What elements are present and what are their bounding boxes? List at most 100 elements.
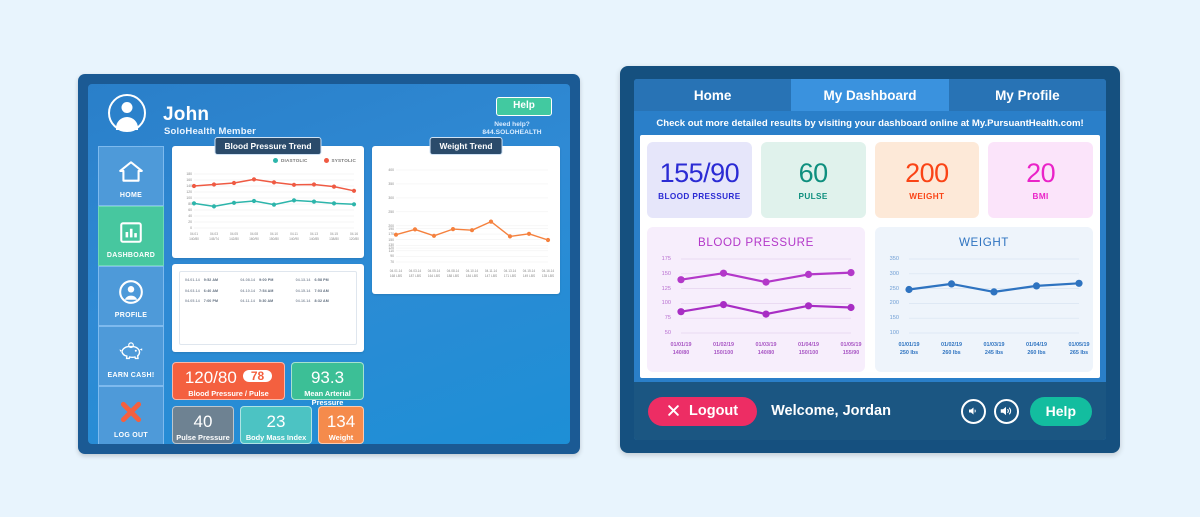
reading-time: 6:40 AM <box>203 288 219 293</box>
reading-date: 04.08.14 <box>240 278 256 282</box>
y-tick-label: 200 <box>388 223 394 228</box>
stat-bmi-label: Body Mass Index <box>245 433 307 442</box>
stat-map-label: Mean Arterial Pressure <box>304 389 351 407</box>
weight-trend-card: Weight Trend 70 90 110 120 130 150 170 190 200 25… <box>372 137 560 294</box>
weight-chart-card: WEIGHT 100 150 200 250 300 350 01/01/19 250 lb… <box>875 227 1093 372</box>
x-tick-label: 01/05/19 155/90 <box>840 342 862 357</box>
reading-time: 9:00 PM <box>259 278 274 282</box>
piggy-bank-icon <box>118 339 144 365</box>
y-tick-label: 160 <box>186 178 192 182</box>
blood-pressure-trend-card: Blood Pressure Trend DIASTOLIC SYSTOLIC … <box>172 137 364 258</box>
bar-chart-icon <box>118 219 144 245</box>
y-tick-label: 20 <box>188 220 192 224</box>
volume-down-button[interactable] <box>960 398 986 424</box>
y-tick-label: 250 <box>889 285 899 292</box>
sidebar-item-log-out[interactable]: LOG OUT <box>98 386 164 444</box>
reading-date: 04.16.14 <box>295 299 311 303</box>
reading-date: 04.15.14 <box>295 288 311 293</box>
tab-my-profile[interactable]: My Profile <box>948 79 1106 113</box>
metric-value: 60 <box>798 157 829 188</box>
reading-time: 7:54 AM <box>259 288 274 293</box>
metric-card-pulse: 60 PULSE <box>760 142 866 218</box>
logout-label: Logout <box>689 402 739 419</box>
stat-mean-arterial-pressure: 93.3 Mean Arterial Pressure <box>291 362 364 407</box>
y-tick-label: 125 <box>661 285 671 292</box>
logout-button[interactable]: Logout <box>648 396 758 426</box>
reading-time: 7:03 AM <box>314 288 329 293</box>
sidebar-item-label: EARN CASH! <box>107 372 155 379</box>
x-cross-icon <box>118 399 144 425</box>
y-tick-label: 120 <box>186 190 192 194</box>
y-tick-label: 175 <box>661 256 671 262</box>
x-cross-icon <box>668 405 679 416</box>
y-tick-label: 70 <box>390 260 394 264</box>
x-tick-label: 01/02/19 150/100 <box>713 342 734 357</box>
reading-time: 8:32 AM <box>314 299 329 303</box>
y-tick-label: 300 <box>889 270 899 277</box>
tab-my-dashboard[interactable]: My Dashboard <box>791 79 949 113</box>
x-tick-label: 01/01/19 140/80 <box>670 342 692 357</box>
legacy-kiosk-content: John SoloHealth Member Help Need help? 8… <box>88 84 570 444</box>
reading-time: 7:00 PM <box>203 299 219 303</box>
reading-time: 9:52 AM <box>203 278 219 282</box>
pulse-badge: 78 <box>242 370 273 382</box>
stat-bp-label: Blood Pressure / Pulse <box>188 389 269 398</box>
sidebar-item-home[interactable]: HOME <box>98 146 164 206</box>
reading-date: 04.05.14 <box>185 299 200 303</box>
stat-blood-pressure-pulse: 120/80 78 Blood Pressure / Pulse <box>172 362 285 400</box>
sidebar-item-label: PROFILE <box>114 312 148 319</box>
sidebar-item-dashboard[interactable]: DASHBOARD <box>98 206 164 266</box>
person-icon <box>118 279 144 305</box>
stat-bmi-value: 23 <box>266 412 286 431</box>
tab-bar: Home My Dashboard My Profile <box>634 79 1106 113</box>
sidebar-item-profile[interactable]: PROFILE <box>98 266 164 326</box>
reading-date: 04.03.14 <box>185 288 200 293</box>
metric-card-bmi: 20 BMI <box>988 142 1093 218</box>
stat-bp-value: 120/80 <box>184 368 237 387</box>
y-tick-label: 180 <box>186 172 192 176</box>
x-tick-label: 01/03/19 140/80 <box>755 342 777 357</box>
metric-value: 155/90 <box>659 157 740 188</box>
y-tick-label: 75 <box>664 315 671 322</box>
volume-low-icon <box>969 407 976 415</box>
y-tick-label: 150 <box>388 237 394 242</box>
help-button[interactable]: Help <box>496 97 552 116</box>
metric-card-row: 155/90 BLOOD PRESSURE 60 PULSE 200 WEIGHT 20 BM… <box>647 142 1093 218</box>
x-tick-label: 01/04/19 150/100 <box>798 342 819 357</box>
welcome-message: Welcome, Jordan <box>771 403 891 419</box>
metric-label: WEIGHT <box>909 191 945 201</box>
stat-pp-value: 40 <box>193 412 213 431</box>
readings-table: 04.01.14 9:52 AM 04.08.14 9:00 PM 04.13.14 6:… <box>179 271 357 345</box>
table-row: 04.03.14 6:40 AM 04.10.14 7:54 AM 04.15.14 7:… <box>185 289 351 293</box>
stat-bp-value-row: 120/80 78 <box>173 369 284 386</box>
volume-up-button[interactable] <box>993 398 1019 424</box>
y-tick-label: 0 <box>190 226 192 230</box>
y-tick-label: 250 <box>388 209 394 214</box>
help-note-line1: Need help? <box>494 121 530 128</box>
stat-pp-label: Pulse Pressure <box>176 433 230 442</box>
sidebar-item-label: DASHBOARD <box>106 252 156 259</box>
reading-cell: 04.10.14 7:54 AM <box>240 289 295 293</box>
metric-value: 20 <box>1026 157 1056 188</box>
legacy-sidebar: HOME DASHBOARD PROFILE EARN CASH! LOG OUT <box>98 146 164 444</box>
x-tick-label: 01/04/19 260 lbs <box>1026 342 1047 357</box>
tab-label: My Dashboard <box>823 87 917 103</box>
tab-home[interactable]: Home <box>634 79 792 113</box>
x-tick-label: 01/03/19 245 lbs <box>983 342 1005 357</box>
reading-time: 6:58 PM <box>314 278 329 282</box>
sidebar-item-label: LOG OUT <box>114 432 148 439</box>
metric-label: BMI <box>1032 191 1049 201</box>
reading-date: 04.11.14 <box>240 299 255 303</box>
stat-pulse-pressure: 40 Pulse Pressure <box>172 406 234 444</box>
metric-value: 200 <box>905 157 949 188</box>
y-tick-label: 300 <box>388 195 394 200</box>
y-tick-label: 400 <box>388 168 394 172</box>
volume-high-icon <box>1000 406 1012 416</box>
sidebar-item-earn-cash[interactable]: EARN CASH! <box>98 326 164 386</box>
help-button-modern[interactable]: Help <box>1029 396 1092 426</box>
y-tick-label: 50 <box>664 330 671 336</box>
stat-weight-value: 134 <box>326 412 356 431</box>
tab-label: Home <box>693 87 732 103</box>
x-tick-label: 04.16.14 135 LBS <box>541 269 555 278</box>
y-tick-label: 350 <box>388 181 394 186</box>
